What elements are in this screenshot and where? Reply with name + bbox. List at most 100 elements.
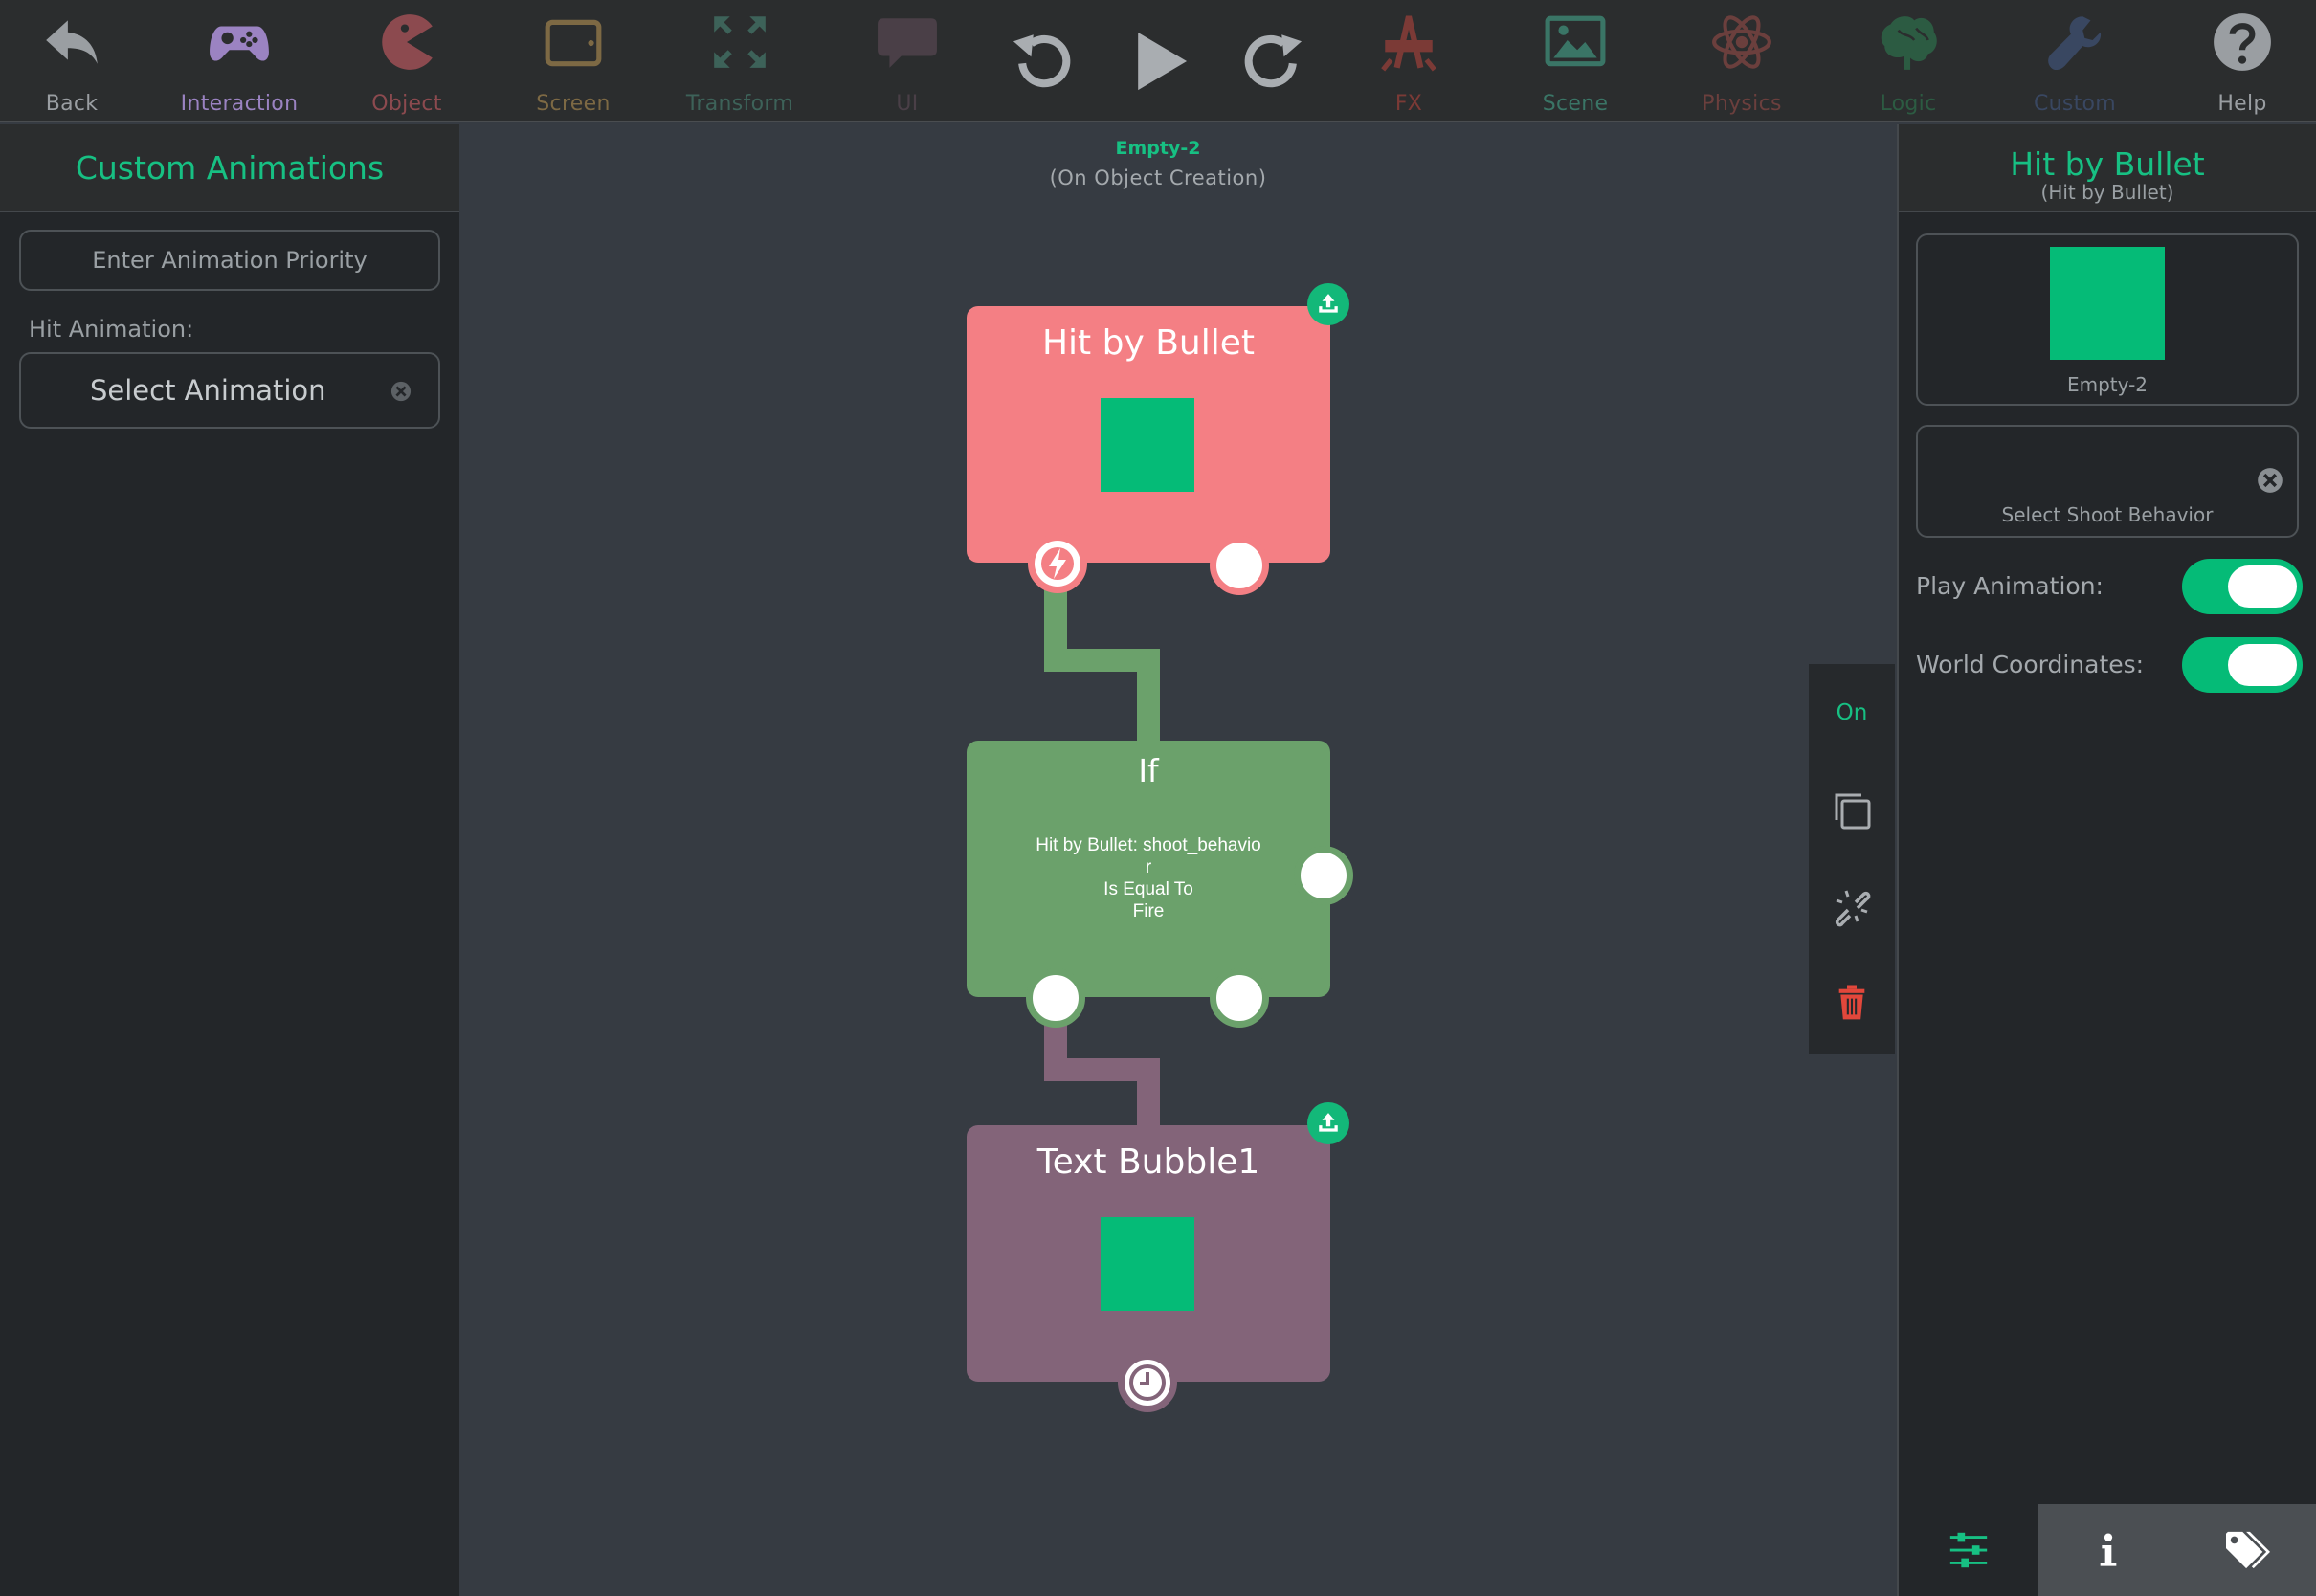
tab-info[interactable] [2038, 1504, 2178, 1596]
object-thumbnail [1101, 398, 1194, 492]
upload-icon [1319, 1113, 1338, 1132]
node-title: Hit by Bullet [1041, 323, 1255, 363]
toolbar-custom[interactable]: Custom [1998, 0, 2151, 122]
gamepad-icon [203, 8, 276, 77]
landscape-image-icon [1539, 8, 1612, 77]
output-port[interactable] [1210, 536, 1269, 595]
undo-icon [1013, 34, 1071, 88]
object-selector-card[interactable]: Empty-2 [1916, 233, 2299, 406]
fx-icon [1372, 8, 1445, 77]
node-title: If [1138, 752, 1159, 789]
clear-icon[interactable] [2257, 467, 2283, 494]
toolbar-label: Help [2217, 92, 2267, 116]
hit-by-bullet-node[interactable]: Hit by Bullet [967, 283, 1349, 595]
properties-panel: Hit by Bullet (Hit by Bullet) Empty-2 Se… [1897, 124, 2316, 1596]
export-button[interactable] [1307, 1102, 1349, 1144]
tab-tags[interactable] [2178, 1504, 2316, 1596]
custom-animations-panel: Custom Animations Enter Animation Priori… [0, 124, 459, 1596]
toolbar-label: UI [896, 92, 919, 116]
shoot-behavior-label: Select Shoot Behavior [2001, 503, 2214, 526]
toolbar-transform[interactable]: Transform [663, 0, 816, 122]
node-action-strip: On [1809, 664, 1895, 1054]
condition-text: Hit by Bullet: shoot_behavio r Is Equal … [967, 834, 1330, 922]
condition-line: Hit by Bullet: shoot_behavio [1036, 835, 1261, 855]
toolbar-label: Logic [1880, 92, 1937, 116]
animation-priority-input[interactable]: Enter Animation Priority [19, 230, 440, 291]
toolbar-scene[interactable]: Scene [1499, 0, 1652, 122]
redo-icon [1244, 34, 1303, 88]
priority-placeholder: Enter Animation Priority [92, 247, 367, 274]
timer-port[interactable] [1118, 1353, 1177, 1412]
panel-title: Hit by Bullet [2010, 145, 2205, 183]
toggle-knob [2228, 565, 2297, 608]
true-port[interactable] [1026, 968, 1085, 1028]
toolbar-label: FX [1394, 92, 1423, 116]
wrench-icon [2038, 8, 2111, 77]
toolbar-interaction[interactable]: Interaction [163, 0, 316, 122]
info-icon [2100, 1533, 2117, 1566]
trigger-label: (On Object Creation) [1049, 166, 1267, 189]
unlink-icon [1835, 890, 1871, 927]
toolbar-physics[interactable]: Physics [1665, 0, 1818, 122]
toolbar-label: Object [371, 92, 442, 116]
play-animation-row: Play Animation: [1916, 559, 2303, 616]
if-condition-node[interactable]: If Hit by Bullet: shoot_behavio r Is Equ… [967, 741, 1353, 1028]
object-thumbnail [2050, 247, 2165, 360]
toolbar-object[interactable]: Object [330, 0, 483, 122]
false-port[interactable] [1210, 968, 1269, 1028]
toolbar-ui[interactable]: UI [831, 0, 984, 122]
toolbar-logic[interactable]: Logic [1832, 0, 1985, 122]
help-circle-icon [2206, 8, 2279, 77]
panel-tabs [1899, 1504, 2316, 1596]
expand-arrows-icon [703, 8, 776, 77]
condition-line: r [1145, 857, 1152, 877]
toolbar-label: Physics [1702, 92, 1782, 116]
on-label: On [1836, 700, 1868, 725]
object-name: Empty-2 [2066, 373, 2149, 396]
undo-button[interactable] [1002, 21, 1082, 101]
duplicate-button[interactable] [1809, 767, 1895, 853]
select-animation-text: Select Animation [90, 374, 326, 407]
text-bubble-node[interactable]: Text Bubble1 [967, 1102, 1349, 1412]
play-animation-toggle[interactable] [2182, 559, 2303, 614]
object-name: Empty-2 [1115, 138, 1201, 159]
play-icon [1138, 32, 1188, 91]
lightning-icon [1035, 541, 1080, 587]
tab-properties[interactable] [1899, 1504, 2038, 1596]
toolbar-screen[interactable]: Screen [497, 0, 650, 122]
condition-line: Fire [1132, 901, 1165, 921]
redo-button[interactable] [1233, 21, 1313, 101]
toolbar-label: Screen [536, 92, 611, 116]
behavior-canvas[interactable]: Empty-2 (On Object Creation) Hit by Bull… [459, 124, 1897, 1596]
select-animation-dropdown[interactable]: Select Animation [19, 352, 440, 429]
node-title: Text Bubble1 [1036, 1142, 1260, 1182]
copy-icon [1835, 793, 1871, 830]
on-toggle-button[interactable]: On [1809, 670, 1895, 756]
speech-bubble-icon [871, 8, 944, 77]
object-thumbnail [1101, 1217, 1194, 1311]
toolbar-back[interactable]: Back [0, 0, 148, 122]
brain-icon [1872, 8, 1945, 77]
atom-icon [1705, 8, 1778, 77]
pacman-icon [370, 8, 443, 77]
toolbar-label: Custom [2033, 92, 2117, 116]
clear-icon[interactable] [390, 381, 412, 402]
panel-header: Custom Animations [0, 124, 459, 212]
tablet-icon [537, 8, 610, 77]
toolbar-help[interactable]: Help [2166, 0, 2316, 122]
trigger-port[interactable] [1028, 534, 1087, 593]
toggle-knob [2228, 644, 2297, 686]
world-coordinates-toggle[interactable] [2182, 637, 2303, 693]
tags-icon [2226, 1531, 2270, 1569]
shoot-behavior-selector[interactable]: Select Shoot Behavior [1916, 425, 2299, 538]
delete-button[interactable] [1809, 959, 1895, 1045]
top-toolbar: Back Interaction Object Screen Transform… [0, 0, 2316, 122]
play-button[interactable] [1118, 21, 1198, 101]
toolbar-fx[interactable]: FX [1332, 0, 1485, 122]
unlink-button[interactable] [1809, 863, 1895, 949]
export-button[interactable] [1307, 283, 1349, 325]
else-port[interactable] [1294, 846, 1353, 905]
panel-header: Hit by Bullet (Hit by Bullet) [1899, 124, 2316, 212]
toolbar-label: Transform [685, 92, 794, 116]
condition-line: Is Equal To [1103, 879, 1193, 899]
